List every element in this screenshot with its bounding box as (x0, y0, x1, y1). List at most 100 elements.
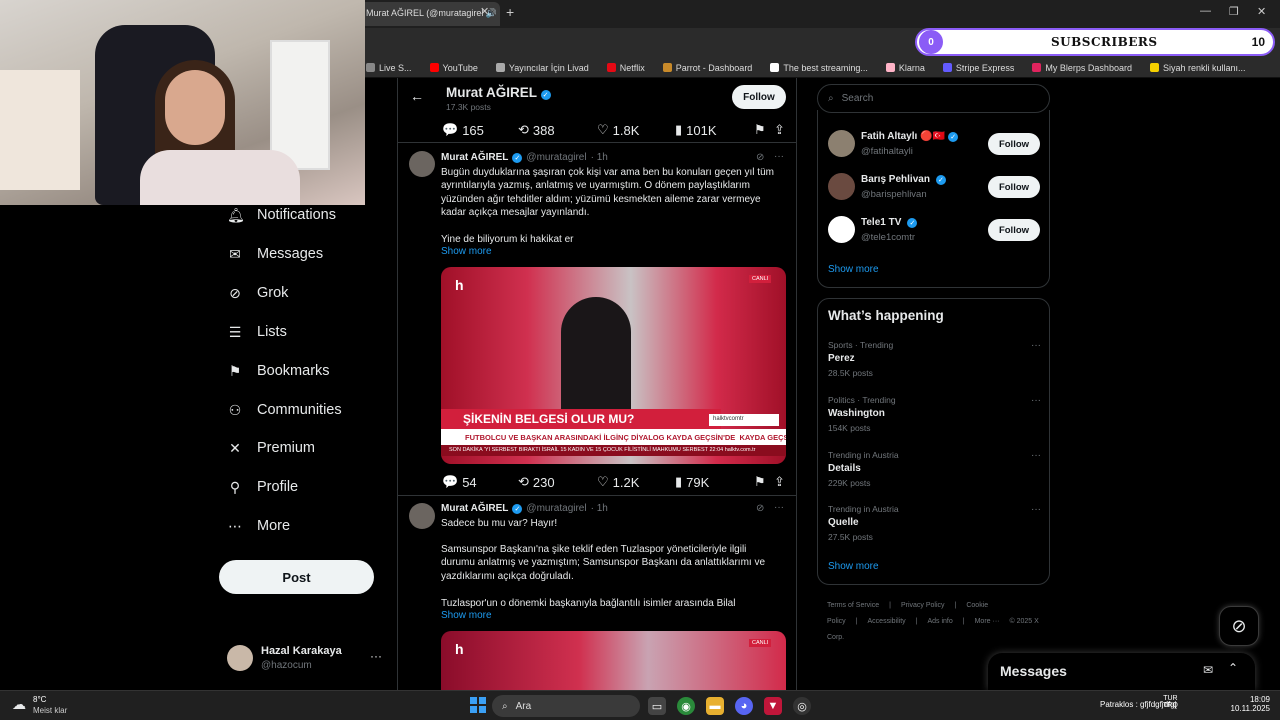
bookmark-item[interactable]: Yayıncılar İçin Livad (495, 63, 589, 73)
search-input[interactable]: ⌕ Search (817, 84, 1050, 113)
maximize-icon[interactable]: ❐ (1229, 5, 1239, 18)
who-to-follow-row[interactable]: Fatih Altaylı 🔴🇹🇷 ✓ @fatihaltayli Follow (828, 130, 1041, 162)
who-show-more-link[interactable]: Show more (828, 264, 879, 275)
bookmark-item[interactable]: My Blerps Dashboard (1032, 63, 1132, 73)
who-to-follow-row[interactable]: Barış Pehlivan ✓ @barispehlivan Follow (828, 173, 1041, 205)
clock[interactable]: 18:09 10.11.2025 (1228, 695, 1270, 713)
language-indicator[interactable]: TUR TRQ (1163, 695, 1178, 709)
reply-button[interactable]: 💬 54 (442, 474, 477, 490)
nav-item-bookmarks[interactable]: ⚑ Bookmarks (227, 363, 330, 379)
messages-drawer[interactable]: Messages ✉ ⌃ (988, 653, 1255, 690)
views-button[interactable]: ▮ 79K (675, 474, 709, 490)
tweet-more-icon[interactable]: ··· (774, 502, 784, 513)
bookmark-favicon-icon (885, 63, 895, 72)
follow-button[interactable]: Follow (988, 133, 1040, 155)
tweet-author-name[interactable]: Murat AĞIREL (441, 152, 508, 163)
follow-button[interactable]: Follow (732, 85, 786, 109)
trend-name: Washington (828, 408, 885, 419)
footer-link[interactable]: More ··· (975, 618, 1000, 625)
who-to-follow-row[interactable]: Tele1 TV ✓ @tele1comtr Follow (828, 216, 1041, 248)
bookmark-button[interactable]: ⚑ (754, 122, 766, 138)
show-more-link[interactable]: Show more (441, 610, 492, 621)
trend-more-icon[interactable]: ··· (1031, 504, 1041, 515)
tweet-video[interactable]: h CANLI ŞİKENİN BELGESİ OLUR MU? halktvc… (441, 267, 786, 464)
tweet-avatar[interactable] (409, 151, 435, 177)
new-tab-button[interactable]: + (506, 4, 514, 20)
trend-item[interactable]: Politics · Trending Washington 154K posts ·… (828, 395, 1041, 433)
footer-link[interactable]: Ads info (927, 618, 952, 625)
tweet-author-name[interactable]: Murat AĞIREL (441, 503, 508, 514)
bookmark-item[interactable]: YouTube (429, 63, 478, 73)
trend-item[interactable]: Sports · Trending Perez 28.5K posts ··· (828, 340, 1041, 378)
nav-item-notifications[interactable]: 🔔︎ Notifications (227, 207, 336, 223)
footer-link[interactable]: Privacy Policy (901, 602, 945, 609)
follow-button[interactable]: Follow (988, 219, 1040, 241)
chrome-icon[interactable]: ◉ (677, 697, 695, 715)
grok-icon[interactable]: ⊘ (756, 503, 764, 514)
grok-icon[interactable]: ⊘ (756, 152, 764, 163)
like-button[interactable]: ♡ 1.2K (597, 474, 639, 490)
back-arrow-icon[interactable]: ← (410, 88, 424, 104)
close-tab-icon[interactable]: ✕ (480, 5, 489, 18)
app-icon[interactable]: ▼ (764, 697, 782, 715)
task-view-icon[interactable]: ▭ (648, 697, 666, 715)
footer-link[interactable]: Terms of Service (827, 602, 879, 609)
like-button[interactable]: ♡ 1.8K (597, 122, 639, 138)
nav-item-messages[interactable]: ✉ Messages (227, 246, 323, 262)
share-button[interactable]: ⇪ (774, 122, 785, 138)
trend-item[interactable]: Trending in Austria Quelle 27.5K posts ··· (828, 504, 1041, 542)
nav-item-communities[interactable]: ⚇ Communities (227, 402, 342, 418)
reply-button[interactable]: 💬 165 (442, 122, 484, 138)
account-switcher[interactable]: Hazal Karakaya @hazocum ··· (227, 643, 387, 683)
bookmark-item[interactable]: The best streaming... (770, 63, 868, 73)
views-button[interactable]: ▮ 101K (675, 122, 717, 138)
tab-title: Murat AĞIREL (@muratagirel (366, 8, 484, 18)
chevron-up-icon[interactable]: ⌃ (1228, 661, 1238, 675)
bookmark-item[interactable]: Siyah renkli kullanı... (1149, 63, 1246, 73)
bookmark-item[interactable]: Parrot - Dashboard (662, 63, 752, 73)
file-explorer-icon[interactable]: ▬ (706, 697, 724, 715)
minimize-icon[interactable]: — (1200, 5, 1211, 17)
tweet-time[interactable]: · 1h (591, 503, 608, 514)
repost-button[interactable]: ⟲ 230 (518, 474, 555, 490)
taskbar-search[interactable]: ⌕ Ara (492, 695, 640, 717)
footer-link[interactable]: Accessibility (868, 618, 906, 625)
trends-show-more-link[interactable]: Show more (828, 561, 879, 572)
follow-button[interactable]: Follow (988, 176, 1040, 198)
discord-icon[interactable]: ◕ (735, 697, 753, 715)
post-button[interactable]: Post (219, 560, 374, 594)
tweet-more-icon[interactable]: ··· (774, 151, 784, 162)
weather-icon[interactable]: ☁ (12, 696, 26, 713)
tweet-time[interactable]: · 1h (591, 152, 608, 163)
nav-item-premium[interactable]: ✕ Premium (227, 440, 315, 456)
browser-tab[interactable]: Murat AĞIREL (@muratagirel 🔊 (360, 2, 500, 26)
windows-start-icon[interactable] (470, 697, 486, 713)
bookmark-item[interactable]: Stripe Express (942, 63, 1014, 73)
trend-more-icon[interactable]: ··· (1031, 450, 1041, 461)
bookmark-item[interactable]: Netflix (606, 63, 645, 73)
obs-icon[interactable]: ◎ (793, 697, 811, 715)
compose-message-icon[interactable]: ✉ (1203, 663, 1213, 677)
tweet-avatar[interactable] (409, 503, 435, 529)
nav-item-profile[interactable]: ⚲ Profile (227, 479, 298, 495)
tweet-author-handle[interactable]: @muratagirel (526, 503, 586, 514)
grok-fab-icon[interactable]: ⊘ (1219, 606, 1259, 646)
trend-more-icon[interactable]: ··· (1031, 395, 1041, 406)
nav-item-grok[interactable]: ⊘ Grok (227, 285, 288, 301)
trend-more-icon[interactable]: ··· (1031, 340, 1041, 351)
reply-icon: 💬 (442, 122, 459, 137)
nav-item-lists[interactable]: ☰ Lists (227, 324, 287, 340)
show-more-link[interactable]: Show more (441, 246, 492, 257)
account-more-icon[interactable]: ··· (370, 649, 382, 663)
bookmark-item[interactable]: Klarna (885, 63, 925, 73)
window-close-icon[interactable]: ✕ (1257, 5, 1266, 18)
bookmark-button[interactable]: ⚑ (754, 474, 766, 490)
tweet-video[interactable]: h CANLI (441, 631, 786, 691)
repost-button[interactable]: ⟲ 388 (518, 122, 555, 138)
share-button[interactable]: ⇪ (774, 474, 785, 490)
tweet-author-handle[interactable]: @muratagirel (526, 152, 586, 163)
bookmark-item[interactable]: Live S... (366, 63, 412, 73)
trend-item[interactable]: Trending in Austria Details 229K posts ··· (828, 450, 1041, 488)
nav-item-more[interactable]: ⋯ More (227, 518, 290, 534)
search-icon: ⌕ (502, 700, 508, 712)
